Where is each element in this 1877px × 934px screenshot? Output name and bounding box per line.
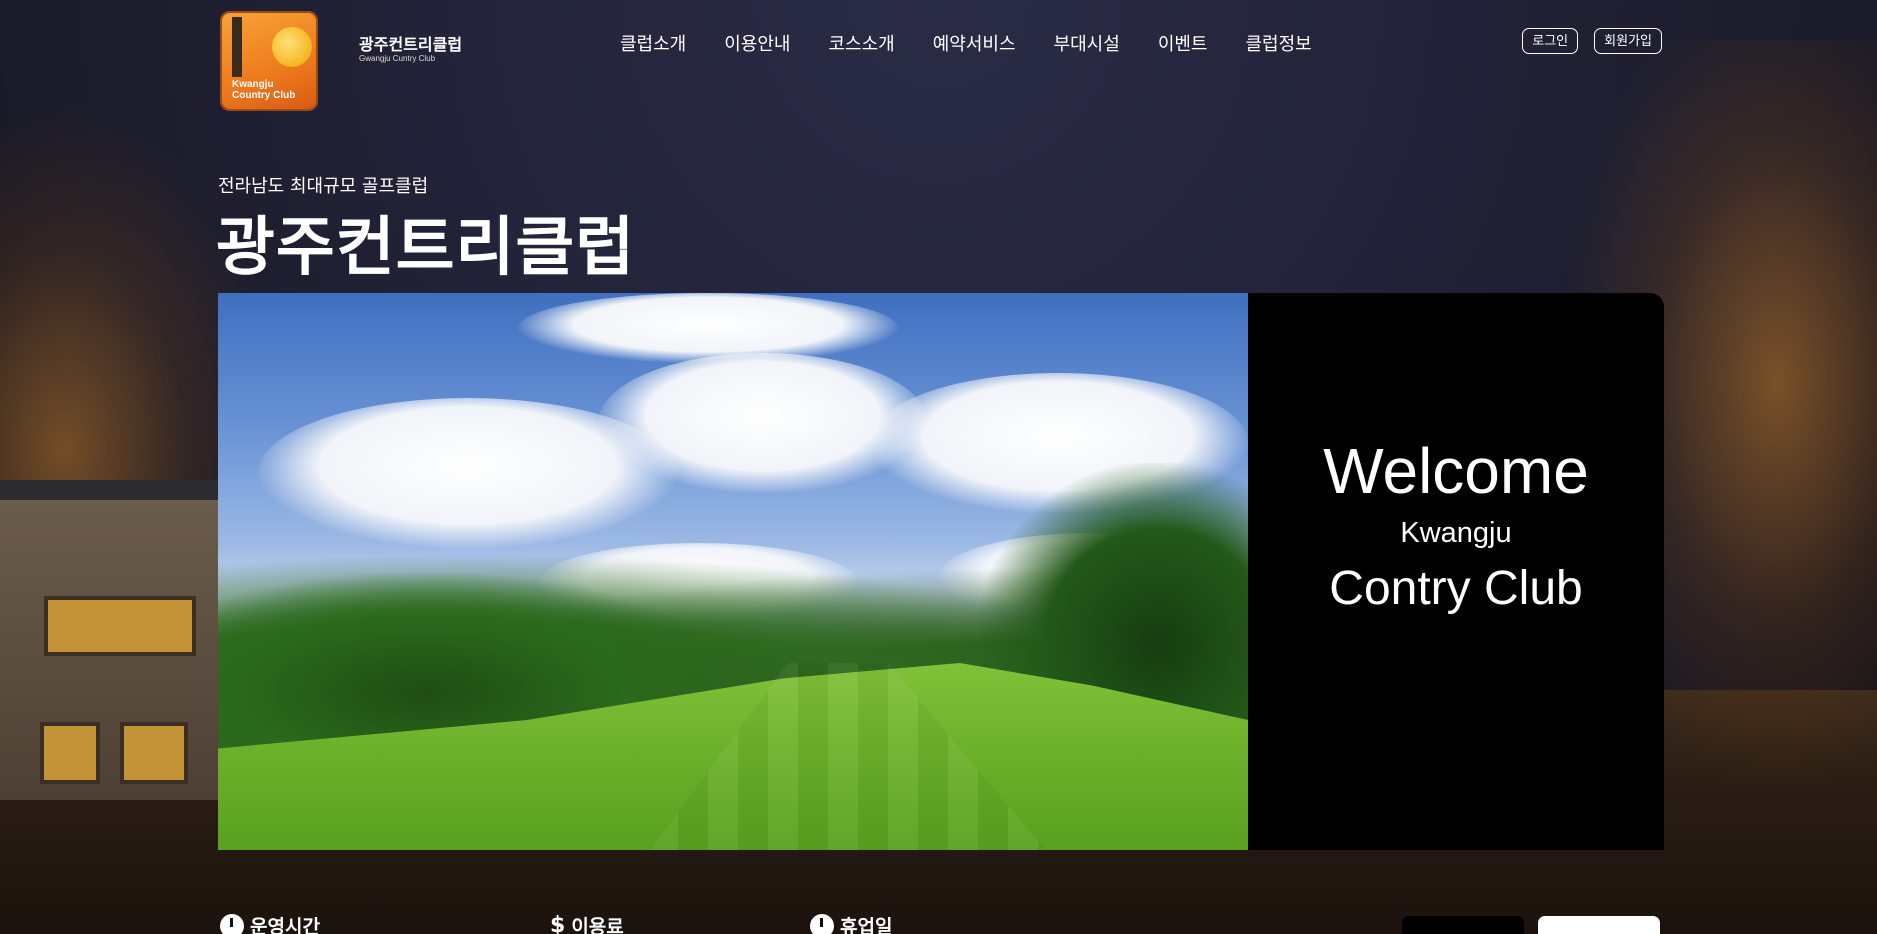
clock-icon	[220, 913, 244, 934]
login-button[interactable]: 로그인	[1522, 28, 1579, 54]
logo-ball-mark	[272, 27, 312, 67]
brand-subtitle: Gwangju Cuntry Club	[359, 54, 436, 63]
nav-item-usage-guide[interactable]: 이용안내	[724, 30, 790, 56]
building-window	[120, 722, 188, 784]
info-fee: $ 이용료	[550, 912, 624, 934]
building-window	[44, 596, 196, 656]
nav-item-events[interactable]: 이벤트	[1158, 30, 1208, 56]
clock-icon	[810, 913, 834, 934]
info-hours-label: 운영시간	[250, 916, 320, 934]
auth-buttons: 로그인 회원가입	[1522, 28, 1662, 54]
logo-text: Kwangju Country Club	[232, 79, 296, 101]
signup-button[interactable]: 회원가입	[1594, 28, 1662, 54]
nav-item-course-intro[interactable]: 코스소개	[829, 30, 895, 56]
main-nav: 클럽소개 이용안내 코스소개 예약서비스 부대시설 이벤트 클럽정보	[620, 30, 1312, 56]
dollar-icon: $	[550, 913, 566, 934]
building-window	[40, 722, 100, 784]
nav-item-club-info[interactable]: 클럽정보	[1246, 30, 1312, 56]
hero-title: 광주컨트리클럽	[216, 211, 636, 285]
nav-item-club-intro[interactable]: 클럽소개	[620, 30, 686, 56]
nav-item-facilities[interactable]: 부대시설	[1054, 30, 1120, 56]
page: Kwangju Country Club 광주컨트리클럽 Gwangju Cun…	[0, 0, 1877, 934]
info-row: 운영시간 $ 이용료 휴업일	[218, 912, 1664, 934]
info-light-button[interactable]	[1538, 916, 1660, 934]
hero-subtitle: 전라남도 최대규모 골프클럽	[218, 176, 429, 197]
site-header: Kwangju Country Club 광주컨트리클럽 Gwangju Cun…	[0, 0, 1877, 115]
nav-item-reservation[interactable]: 예약서비스	[933, 30, 1016, 56]
logo-k-mark	[232, 17, 242, 77]
welcome-club-name: Contry Club	[1329, 561, 1583, 615]
brand-title[interactable]: 광주컨트리클럽	[359, 31, 462, 55]
welcome-club-city: Kwangju	[1400, 516, 1512, 549]
club-logo[interactable]: Kwangju Country Club	[220, 11, 318, 111]
info-hours: 운영시간	[220, 912, 320, 934]
hero-card: Welcome Kwangju Contry Club	[218, 293, 1664, 850]
info-closed: 휴업일	[810, 912, 892, 934]
golf-course-photo	[218, 293, 1248, 850]
background-building	[0, 500, 218, 800]
cloud	[518, 293, 898, 363]
info-fee-label: 이용료	[571, 916, 624, 934]
background-building-roof	[0, 480, 218, 510]
welcome-panel: Welcome Kwangju Contry Club	[1248, 293, 1664, 850]
info-dark-button[interactable]	[1402, 916, 1524, 934]
welcome-heading: Welcome	[1323, 434, 1589, 507]
info-closed-label: 휴업일	[840, 916, 893, 934]
